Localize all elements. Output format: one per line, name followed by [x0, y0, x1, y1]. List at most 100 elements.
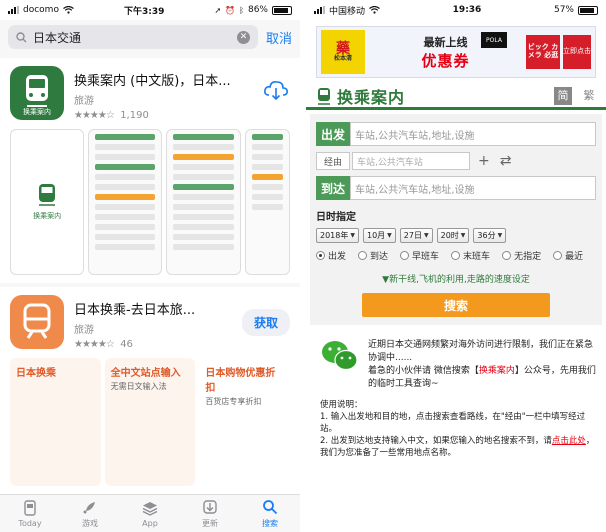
star-rating-icon: ★★★★☆ [74, 339, 115, 350]
train-icon [318, 87, 330, 105]
radio-label: 最近 [565, 252, 584, 262]
hour-select[interactable]: 20时 ▼ [436, 228, 470, 243]
app-icon-norikae[interactable]: 换乘案内 [10, 66, 64, 120]
radio-depart[interactable]: 出发 [316, 249, 346, 262]
rocket-icon [83, 501, 95, 513]
via-row: 经由 车站,公共汽车站 + ⇄ [316, 152, 596, 170]
advanced-settings-link[interactable]: ▼新干线,飞机的利用,走路的速度设定 [316, 272, 596, 285]
via-input[interactable]: 车站,公共汽车站 [352, 152, 470, 170]
status-bar: 中国移动 19:36 57% [306, 0, 606, 20]
get-button[interactable]: 获取 [241, 309, 290, 336]
app-title[interactable]: 换乘案内 (中文版)，日本... [74, 70, 252, 89]
store-name: 松本清 [333, 55, 352, 62]
place-names-link[interactable]: 点击此处 [552, 436, 586, 446]
app-icon-japan-transit[interactable] [10, 295, 64, 349]
radio-label: 早班车 [412, 252, 440, 262]
add-via-icon[interactable]: + [478, 153, 490, 169]
to-label: 到达 [316, 176, 350, 200]
app-rating: ★★★★☆ 1,190 [74, 110, 252, 121]
thumb-title: 全中文站点输入 [110, 368, 181, 379]
app-result-2[interactable]: 日本换乘-去日本旅... 旅游 ★★★★☆ 46 获取 日本换乘 全中文站点输入… [0, 287, 300, 494]
minute-value: 36分 [477, 231, 496, 240]
month-select[interactable]: 10月 ▼ [362, 228, 396, 243]
wifi-icon [63, 6, 74, 14]
thumb-subtitle: 无需日文输入法 [110, 382, 167, 391]
tab-apps[interactable]: App [120, 495, 180, 532]
pola-logo: POLA [481, 32, 507, 48]
radio-last-train[interactable]: 末班车 [451, 249, 490, 262]
chevron-down-icon: ▼ [497, 232, 503, 239]
tab-search[interactable]: 搜索 [240, 495, 300, 532]
thumb-label: 换乘案内 [33, 212, 62, 220]
notice-line-2: 着急的小伙伴请 微信搜索【换乘案内】公众号，先用我们的临时工具查询~ [368, 365, 596, 391]
app-category: 旅游 [74, 96, 94, 107]
app-store-panel: docomo 下午3:39 ➚ ⏰ ᛒ 86% 日本交通 ✕ 取消 换乘案内 换… [0, 0, 300, 532]
app-screenshots: 日本换乘 全中文站点输入 无需日文输入法 日本购物优惠折扣 百货店专享折扣 [10, 358, 291, 486]
signal-icon [314, 6, 325, 14]
tab-bar: Today 游戏 App 更新 搜索 [0, 494, 300, 532]
tab-updates[interactable]: 更新 [180, 495, 240, 532]
battery-percent: 57% [553, 5, 574, 15]
screenshot: docomo 下午3:39 ➚ ⏰ ᛒ 86% 日本交通 ✕ 取消 换乘案内 换… [0, 0, 606, 532]
tab-label: Today [18, 518, 42, 528]
time-type-options: 出发 到达 早班车 末班车 无指定 最近 [316, 249, 596, 262]
tab-today[interactable]: Today [0, 495, 60, 532]
layers-icon [142, 501, 158, 516]
usage-section: 使用说明： 1. 输入出发地和目的地，点击搜索查看路线，在"经由"一栏中填写经过… [306, 391, 606, 459]
to-row: 到达 车站,公共汽车站,地址,设施 [316, 176, 596, 200]
location-icon: ➚ [214, 5, 222, 15]
day-select[interactable]: 27日 ▼ [399, 228, 433, 243]
clear-icon[interactable]: ✕ [236, 30, 250, 44]
cloud-download-icon[interactable] [262, 76, 290, 104]
notice-text: 近期日本交通网频繁对海外访问进行限制，我们正在紧急协调中...... 着急的小伙… [368, 339, 596, 391]
battery-icon [578, 5, 598, 15]
rating-count: 1,190 [120, 110, 149, 121]
radio-label: 到达 [370, 252, 389, 262]
screenshot-thumb[interactable] [244, 129, 290, 275]
year-value: 2018年 [320, 231, 349, 240]
thumb-subtitle: 百货店专享折扣 [205, 397, 262, 406]
screenshot-thumb[interactable] [166, 129, 241, 275]
search-input[interactable]: 日本交通 ✕ [8, 25, 258, 49]
carrier: docomo [23, 5, 59, 15]
thumb-title: 日本换乘 [16, 368, 56, 379]
swap-icon[interactable]: ⇄ [500, 153, 512, 169]
radio-latest[interactable]: 最近 [553, 249, 583, 262]
year-select[interactable]: 2018年 ▼ [316, 228, 359, 243]
app-title[interactable]: 日本换乘-去日本旅... [74, 299, 232, 318]
site-title[interactable]: 换乘案内 [337, 84, 405, 108]
radio-first-train[interactable]: 早班车 [400, 249, 439, 262]
screenshot-thumb[interactable]: 全中文站点输入 无需日文输入法 [104, 358, 196, 486]
to-input[interactable]: 车站,公共汽车站,地址,设施 [350, 176, 596, 200]
usage-item-2: 2. 出发到达地支持输入中文，如果您输入的地名搜索不到，请点击此处，我们为您准备… [320, 435, 596, 459]
chevron-down-icon: ▼ [387, 232, 392, 239]
tab-games[interactable]: 游戏 [60, 495, 120, 532]
radio-arrive[interactable]: 到达 [358, 249, 388, 262]
site-header: 换乘案内 简 繁 [306, 80, 606, 110]
month-value: 10月 [366, 231, 386, 240]
radio-no-preference[interactable]: 无指定 [502, 249, 541, 262]
star-rating-icon: ★★★★☆ [74, 110, 115, 121]
ad-banner[interactable]: 藥 松本清 最新上线 优惠券 POLA ビック カメラ 必逛 立即点击 [316, 26, 596, 78]
wifi-icon [369, 6, 380, 14]
today-icon [24, 499, 36, 516]
store-logo-mark: 藥 [336, 41, 350, 57]
search-button[interactable]: 搜索 [362, 293, 550, 317]
minute-select[interactable]: 36分 ▼ [473, 228, 507, 243]
train-icon [39, 184, 56, 206]
screenshot-thumb[interactable]: 日本换乘 [10, 358, 101, 486]
alarm-icon: ⏰ [225, 5, 236, 15]
ad-click-button[interactable]: 立即点击 [563, 35, 591, 69]
app-result-1[interactable]: 换乘案内 换乘案内 (中文版)，日本... 旅游 ★★★★☆ 1,190 换乘案… [0, 58, 300, 283]
screenshot-thumb[interactable]: 换乘案内 [10, 129, 85, 275]
app-icon-label: 换乘案内 [23, 108, 51, 116]
screenshot-thumb[interactable] [88, 129, 163, 275]
notice-text-part: 着急的小伙伴请 微信搜索【 [368, 366, 479, 376]
screenshot-thumb[interactable]: 日本购物优惠折扣 百货店专享折扣 [199, 358, 291, 486]
lang-traditional-button[interactable]: 繁 [580, 87, 598, 105]
from-input[interactable]: 车站,公共汽车站,地址,设施 [350, 122, 596, 146]
lang-simplified-button[interactable]: 简 [554, 86, 572, 105]
wechat-icon [322, 341, 358, 371]
usage-title: 使用说明： [320, 400, 363, 410]
cancel-button[interactable]: 取消 [266, 28, 292, 47]
